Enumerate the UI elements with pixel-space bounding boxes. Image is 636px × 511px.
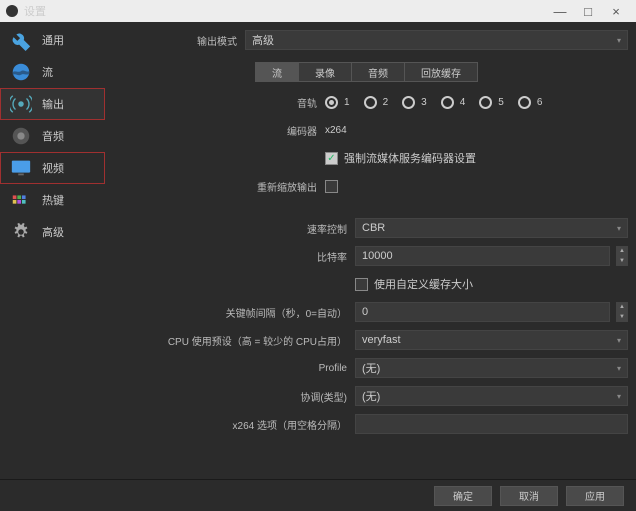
chevron-down-icon: ▾ [617, 336, 621, 345]
enforce-checkbox[interactable]: ✓ [325, 152, 338, 165]
sidebar-label: 热键 [42, 192, 64, 208]
tab-replay[interactable]: 回放缓存 [404, 62, 478, 82]
sidebar: 通用 流 输出 音频 视频 热键 高级 [0, 22, 105, 479]
sidebar-item-general[interactable]: 通用 [0, 24, 105, 56]
rate-control-label: 速率控制 [105, 221, 355, 236]
chevron-down-icon: ▾ [617, 392, 621, 401]
track-radio-2[interactable] [364, 96, 377, 109]
globe-icon [10, 61, 32, 83]
track-radio-6[interactable] [518, 96, 531, 109]
keyframe-label: 关键帧间隔（秒，0=自动） [105, 305, 355, 320]
tab-record[interactable]: 录像 [298, 62, 351, 82]
output-mode-dropdown[interactable]: 高级▾ [245, 30, 628, 50]
broadcast-icon [10, 93, 32, 115]
sidebar-item-stream[interactable]: 流 [0, 56, 105, 88]
cpu-preset-dropdown[interactable]: veryfast▾ [355, 330, 628, 350]
enforce-label: 强制流媒体服务编码器设置 [344, 150, 476, 166]
tab-stream[interactable]: 流 [255, 62, 298, 82]
x264opts-label: x264 选项（用空格分隔） [105, 417, 355, 432]
sidebar-label: 视频 [42, 160, 64, 176]
sidebar-label: 通用 [42, 32, 64, 48]
profile-dropdown[interactable]: (无)▾ [355, 358, 628, 378]
chevron-down-icon: ▾ [617, 364, 621, 373]
custom-buffer-checkbox[interactable] [355, 278, 368, 291]
x264opts-input[interactable] [355, 414, 628, 434]
window-title: 设置 [24, 3, 46, 19]
keyframe-spinner[interactable]: ▲▼ [616, 302, 628, 322]
rescale-checkbox[interactable] [325, 180, 338, 193]
chevron-down-icon: ▾ [617, 224, 621, 233]
sidebar-item-audio[interactable]: 音频 [0, 120, 105, 152]
track-radio-3[interactable] [402, 96, 415, 109]
track-radio-1[interactable] [325, 96, 338, 109]
apply-button[interactable]: 应用 [566, 486, 624, 506]
sidebar-item-hotkeys[interactable]: 热键 [0, 184, 105, 216]
maximize-button[interactable]: □ [574, 4, 602, 19]
app-icon [6, 5, 18, 17]
sidebar-item-video[interactable]: 视频 [0, 152, 105, 184]
cancel-button[interactable]: 取消 [500, 486, 558, 506]
tune-dropdown[interactable]: (无)▾ [355, 386, 628, 406]
cpu-preset-label: CPU 使用预设（高 = 较少的 CPU占用） [105, 333, 355, 348]
titlebar: 设置 — □ × [0, 0, 636, 22]
chevron-down-icon: ▾ [617, 36, 621, 45]
track-radio-4[interactable] [441, 96, 454, 109]
sub-tabs: 流 录像 音频 回放缓存 [105, 62, 628, 82]
sidebar-label: 流 [42, 64, 53, 80]
output-mode-label: 输出模式 [105, 33, 245, 48]
ok-button[interactable]: 确定 [434, 486, 492, 506]
sidebar-label: 高级 [42, 224, 64, 240]
close-button[interactable]: × [602, 4, 630, 19]
profile-label: Profile [105, 363, 355, 374]
rescale-label: 重新缩放输出 [105, 179, 325, 194]
sidebar-label: 音频 [42, 128, 64, 144]
bitrate-input[interactable]: 10000 [355, 246, 610, 266]
wrench-icon [10, 29, 32, 51]
footer: 确定 取消 应用 [0, 479, 636, 511]
sidebar-item-output[interactable]: 输出 [0, 88, 105, 120]
content-pane: 输出模式 高级▾ 流 录像 音频 回放缓存 音轨 1 2 3 4 5 6 编码器… [105, 22, 636, 479]
track-radio-5[interactable] [479, 96, 492, 109]
tune-label: 协调(类型) [105, 389, 355, 404]
tracks-label: 音轨 [105, 95, 325, 110]
keyboard-icon [10, 189, 32, 211]
minimize-button[interactable]: — [546, 4, 574, 19]
keyframe-input[interactable]: 0 [355, 302, 610, 322]
tab-audio[interactable]: 音频 [351, 62, 404, 82]
rate-control-dropdown[interactable]: CBR▾ [355, 218, 628, 238]
encoder-value: x264 [325, 125, 347, 136]
encoder-label: 编码器 [105, 123, 325, 138]
bitrate-label: 比特率 [105, 249, 355, 264]
custom-buffer-label: 使用自定义缓存大小 [374, 276, 473, 292]
sidebar-item-advanced[interactable]: 高级 [0, 216, 105, 248]
sidebar-label: 输出 [42, 96, 64, 112]
monitor-icon [10, 157, 32, 179]
bitrate-spinner[interactable]: ▲▼ [616, 246, 628, 266]
speaker-icon [10, 125, 32, 147]
gears-icon [10, 221, 32, 243]
